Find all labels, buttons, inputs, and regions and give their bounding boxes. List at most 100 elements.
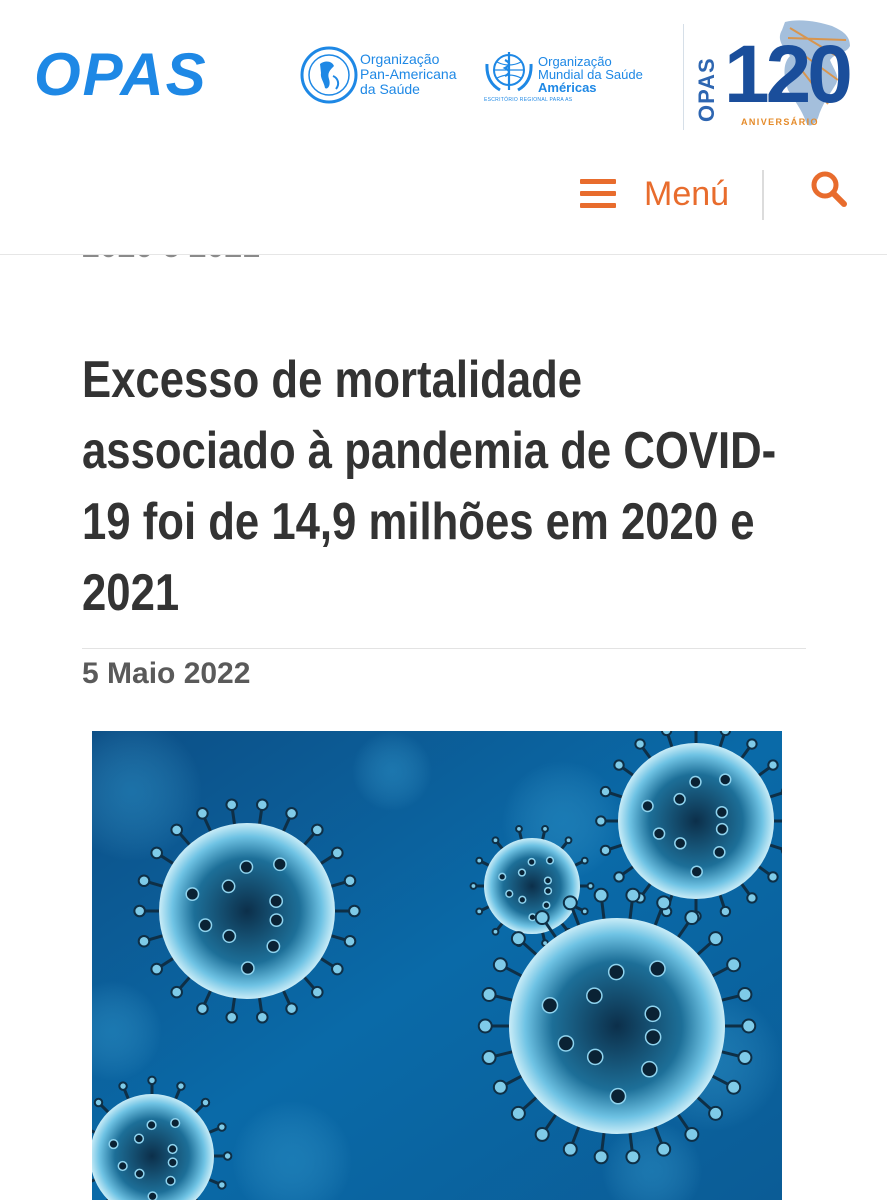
virus-spike-tip [491, 927, 500, 936]
article-date: 5 Maio 2022 [82, 657, 251, 690]
virus-surface-pit [715, 805, 729, 819]
blurred-particle [352, 731, 432, 811]
search-icon[interactable] [808, 168, 852, 212]
virus-surface-pit [198, 918, 213, 933]
anniversary-side-text: OPAS [694, 57, 719, 122]
virus-surface-pit [644, 1005, 662, 1023]
who-emblem-icon [484, 48, 534, 96]
virus-spike-tip [147, 1075, 157, 1086]
virus-spike-tip [150, 846, 163, 860]
virus-surface-pit [222, 929, 237, 944]
virus-spike-tip [656, 895, 672, 911]
virus-spike-tip [625, 1149, 641, 1165]
virus-spike-tip [625, 887, 641, 903]
virus-surface-pit [505, 889, 514, 898]
virus-surface-pit [146, 1119, 157, 1131]
virus-spike-tip [348, 904, 361, 918]
virus-spike-tip [137, 874, 151, 888]
virus-surface-pit [527, 857, 536, 867]
virus-surface-pit [652, 827, 666, 840]
virus-spike-tip [564, 836, 573, 845]
virus-surface-pit [689, 775, 702, 789]
virus-spike-tip [726, 1079, 742, 1095]
virus-spike-tip [222, 1151, 233, 1161]
virus-spike-tip [708, 931, 724, 947]
virus-spike-tip [196, 807, 209, 820]
search-button[interactable] [808, 168, 852, 212]
virus-spike-tip [741, 1018, 757, 1034]
virus-surface-pit [133, 1133, 145, 1144]
virus-surface-pit [543, 886, 553, 896]
virus-surface-pit [690, 865, 703, 878]
virus-surface-pit [240, 961, 255, 976]
virus-spike-tip [562, 1141, 578, 1157]
virus-spike-tip [469, 882, 478, 890]
virus-spike-tip [660, 731, 673, 737]
virus-spike-tip [285, 807, 298, 820]
virus-surface-pit [545, 856, 555, 865]
virus-spike-tip [225, 798, 239, 812]
virus-spike-tip [746, 892, 758, 904]
virus-surface-pit [498, 872, 507, 881]
virus-spike-tip [746, 738, 758, 750]
virus-spike-tip [481, 1050, 497, 1066]
virus-spike-tip [492, 957, 508, 973]
who-name: Organização Mundial da Saúde Américas [538, 55, 643, 94]
virus-spike-tip [475, 856, 484, 865]
virus-spike-tip [593, 1149, 609, 1165]
who-regional-caption: ESCRITÓRIO REGIONAL PARA AS [484, 97, 573, 103]
virus-spike-tip [599, 785, 612, 798]
virus-spike-tip [737, 986, 753, 1002]
article-title: Excesso de mortalidade associado à pande… [82, 351, 777, 622]
virus-surface-pit [269, 913, 284, 928]
virus-surface-pit [673, 792, 686, 806]
virus-surface-pit [221, 879, 236, 894]
paho-name: Organização Pan-Americana da Saúde [360, 52, 457, 97]
menu-button[interactable]: Menú [575, 168, 735, 220]
site-header: OPAS Organização Pan-Americana da Saúde … [0, 0, 887, 255]
virus-spike-tip [477, 1018, 493, 1034]
virus-surface-pit [541, 996, 559, 1014]
virus-surface-pit [518, 895, 527, 904]
virus-spike-tip [510, 1105, 526, 1121]
virus-spike-tip [475, 907, 484, 916]
virus-spike-tip [586, 882, 595, 890]
virus-surface-pit [713, 846, 726, 859]
virus-spike-tip [719, 905, 732, 918]
virus-spike-tip [137, 934, 151, 948]
virus-surface-pit [167, 1157, 178, 1168]
virus-surface-pit [719, 773, 732, 786]
virus-surface-pit [147, 1191, 158, 1200]
coronavirus-illustration [92, 731, 782, 1200]
virus-surface-pit [543, 876, 553, 885]
virus-surface-pit [269, 894, 284, 908]
virus-spike-tip [311, 823, 324, 837]
paho-name-line: Pan-Americana [360, 66, 457, 82]
virus-spike-tip [150, 962, 163, 976]
virus-spike-tip [343, 934, 357, 948]
virus-surface-pit [641, 1060, 658, 1078]
virus-spike-tip [225, 1010, 239, 1024]
virus-spike-tip [726, 957, 742, 973]
virus-surface-pit [266, 939, 281, 954]
virus-spike-tip [176, 1081, 186, 1091]
hamburger-icon[interactable] [580, 179, 616, 209]
virus-spike-tip [613, 759, 625, 771]
virus-surface-pit [607, 963, 625, 981]
virus-surface-pit [517, 868, 527, 877]
virus-spike-tip [634, 738, 646, 750]
virus-surface-pit [557, 1035, 575, 1052]
virus-surface-pit [586, 987, 603, 1005]
virus-spike-tip [599, 844, 612, 857]
virus-surface-pit [167, 1143, 178, 1155]
virus-spike-tip [331, 846, 344, 860]
menu-label[interactable]: Menú [644, 174, 729, 214]
virus-surface-pit [649, 960, 666, 977]
virus-spike-tip [170, 823, 183, 837]
opas-logo[interactable]: OPAS [34, 34, 208, 116]
virus-spike-tip [200, 1097, 211, 1108]
virus-spike-tip [255, 798, 269, 812]
virus-spike-tip [255, 1010, 269, 1024]
virus-spike-tip [737, 1050, 753, 1066]
who-name-line: Américas [538, 80, 597, 95]
